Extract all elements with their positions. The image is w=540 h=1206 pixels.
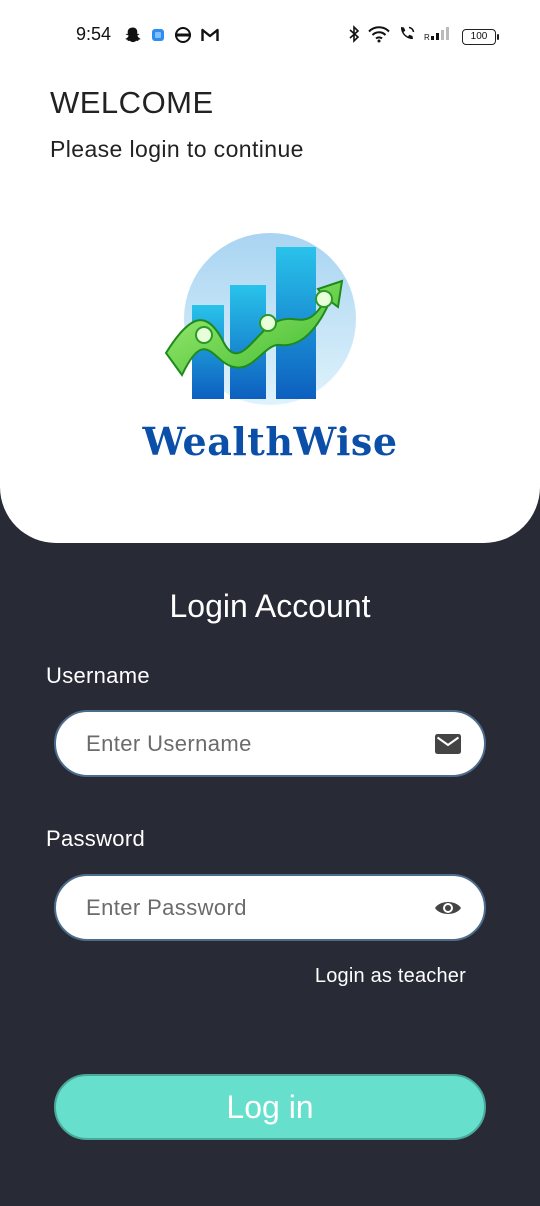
logo-text: WealthWise	[142, 419, 398, 464]
page-title: WELCOME	[50, 85, 214, 120]
login-button[interactable]: Log in	[54, 1074, 486, 1140]
wifi-call-icon	[398, 25, 416, 48]
status-left-icons	[124, 26, 219, 49]
username-field[interactable]	[54, 710, 486, 777]
password-input[interactable]	[86, 876, 416, 939]
username-input[interactable]	[86, 712, 416, 775]
wealthwise-logo: WealthWise	[130, 225, 410, 470]
svg-text:R: R	[424, 33, 430, 42]
app-icon	[151, 28, 165, 47]
battery-icon: 100	[462, 28, 499, 45]
snapchat-icon	[124, 26, 142, 49]
header-card: 9:54 R 100 WELCOME Please login to conti…	[0, 0, 540, 543]
wifi-icon	[368, 25, 390, 48]
form-title: Login Account	[169, 588, 371, 624]
page-subtitle: Please login to continue	[50, 136, 304, 162]
status-right-icons: R 100	[348, 25, 499, 48]
password-field[interactable]	[54, 874, 486, 941]
logo-graphic	[164, 233, 356, 405]
password-label: Password	[46, 826, 145, 851]
status-bar: 9:54 R 100	[0, 20, 540, 50]
status-time: 9:54	[76, 24, 112, 44]
gmail-icon	[201, 27, 219, 48]
mail-icon	[434, 731, 462, 757]
username-label: Username	[46, 663, 150, 688]
eye-icon[interactable]	[434, 895, 462, 921]
bluetooth-icon	[348, 25, 360, 48]
signal-icon: R	[424, 26, 454, 47]
transit-icon	[174, 26, 192, 49]
login-as-teacher-link[interactable]: Login as teacher	[315, 965, 466, 988]
